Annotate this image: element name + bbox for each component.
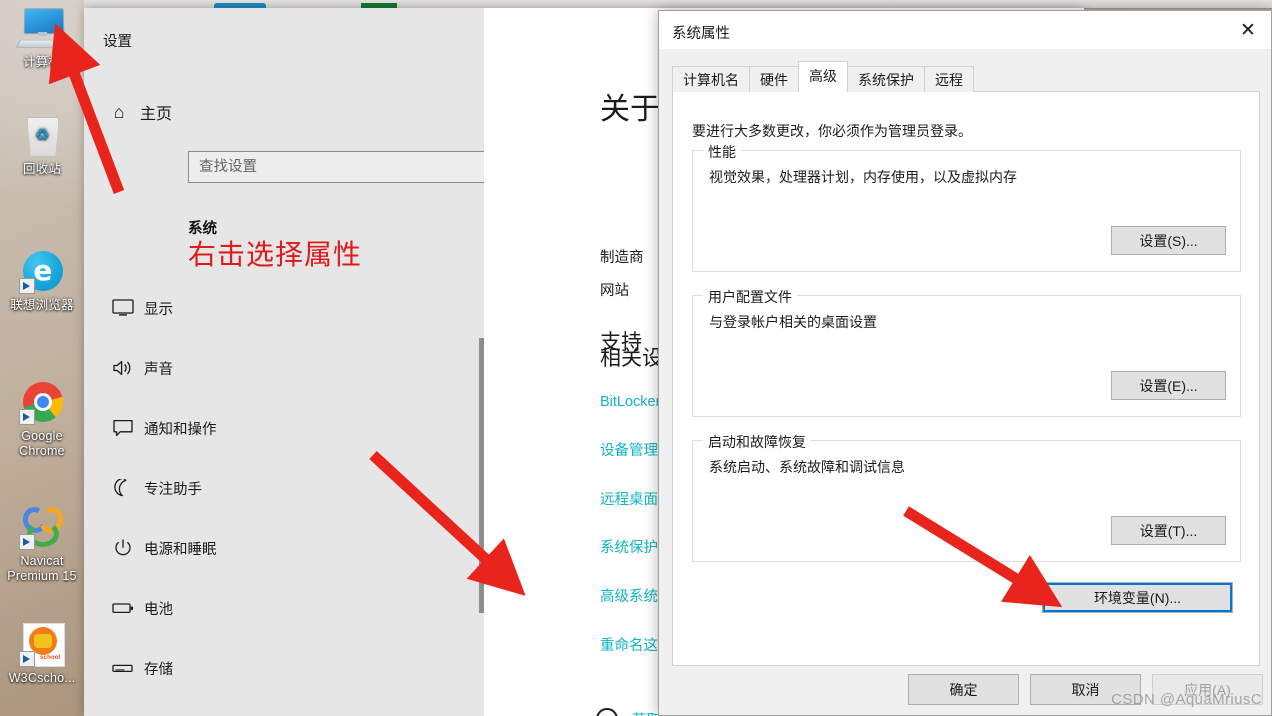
tab-hardware[interactable]: 硬件 [749, 66, 799, 92]
shortcut-arrow-icon [19, 278, 35, 294]
recycle-bin-icon: ♻ [16, 113, 68, 159]
sidebar-item-tablet[interactable]: 平板电脑 [98, 698, 470, 716]
group-startup-recovery-description: 系统启动、系统故障和调试信息 [709, 459, 905, 475]
page-title: 关于 [600, 93, 660, 126]
desktop-icon-label: Google Chrome [19, 429, 65, 458]
tab-remote[interactable]: 远程 [924, 66, 974, 92]
power-icon [102, 539, 144, 557]
link-remote-desktop[interactable]: 远程桌面 [600, 488, 658, 509]
tab-advanced[interactable]: 高级 [798, 61, 848, 92]
sidebar-nav-list: 显示 声音 通知和操作 专注助手 电源和睡眠 电池 存储 [98, 278, 470, 716]
sidebar-item-label: 显示 [144, 301, 173, 318]
watermark: CSDN @AquaMriusC [1111, 691, 1262, 708]
desktop-icon-navicat[interactable]: Navicat Premium 15 [0, 503, 84, 584]
desktop-icon-w3cschool[interactable]: school W3Cscho... [0, 622, 84, 686]
sound-icon [102, 359, 144, 377]
sidebar-item-label: 存储 [144, 661, 173, 678]
desktop-icon-google-chrome[interactable]: Google Chrome [0, 380, 84, 459]
notification-icon [102, 419, 144, 437]
advanced-tab-panel: 要进行大多数更改，你必须作为管理员登录。 性能 视觉效果，处理器计划，内存使用，… [672, 91, 1260, 666]
help-icon [596, 708, 618, 716]
link-system-protection[interactable]: 系统保护 [600, 536, 658, 557]
display-icon [102, 299, 144, 317]
sidebar-item-notifications[interactable]: 通知和操作 [98, 398, 470, 458]
home-icon: ⌂ [113, 102, 125, 122]
user-profiles-settings-button[interactable]: 设置(E)... [1111, 371, 1226, 400]
admin-login-note: 要进行大多数更改，你必须作为管理员登录。 [692, 123, 972, 139]
group-startup-recovery-legend: 启动和故障恢复 [703, 432, 811, 452]
battery-icon [102, 599, 144, 617]
desktop-icon-label: 联想浏览器 [10, 298, 74, 312]
support-line-manufacturer: 制造商 [600, 250, 644, 266]
support-line-website: 网站 [600, 283, 629, 299]
shortcut-arrow-icon [19, 409, 35, 425]
moon-icon [102, 479, 144, 497]
sidebar-item-battery[interactable]: 电池 [98, 578, 470, 638]
sidebar-section-title: 系统 [188, 221, 217, 237]
group-performance: 性能 视觉效果，处理器计划，内存使用，以及虚拟内存 设置(S)... [692, 142, 1241, 272]
environment-variables-button[interactable]: 环境变量(N)... [1042, 582, 1233, 613]
sidebar-item-label: 主页 [140, 106, 173, 123]
group-performance-description: 视觉效果，处理器计划，内存使用，以及虚拟内存 [709, 169, 1017, 185]
close-icon[interactable]: ✕ [1225, 11, 1271, 49]
shortcut-arrow-icon [19, 534, 35, 550]
google-chrome-icon [16, 380, 68, 426]
group-user-profiles: 用户配置文件 与登录帐户相关的桌面设置 设置(E)... [692, 287, 1241, 417]
settings-navigation-pane: 设置 ⌂ 主页 ⚲ 系统 右击选择属性 显示 声音 [84, 8, 547, 716]
w3cschool-icon: school [16, 622, 68, 668]
dialog-title: 系统属性 [672, 26, 730, 42]
desktop-icon-recycle-bin[interactable]: ♻ 回收站 [0, 113, 84, 177]
annotation-right-click-properties: 右击选择属性 [188, 240, 363, 271]
group-performance-legend: 性能 [703, 142, 741, 162]
tab-computer-name[interactable]: 计算机名 [672, 66, 750, 92]
sidebar-item-focus-assist[interactable]: 专注助手 [98, 458, 470, 518]
desktop-icon-label: Navicat Premium 15 [7, 554, 77, 583]
sidebar-item-label: 通知和操作 [144, 421, 217, 438]
sidebar-item-display[interactable]: 显示 [98, 278, 470, 338]
storage-icon [102, 659, 144, 677]
dialog-titlebar: 系统属性 ✕ [659, 11, 1271, 49]
ok-button[interactable]: 确定 [908, 674, 1019, 705]
startup-recovery-settings-button[interactable]: 设置(T)... [1111, 516, 1226, 545]
group-user-profiles-legend: 用户配置文件 [703, 287, 797, 307]
settings-window-title: 设置 [103, 34, 132, 50]
desktop-icon-label: 计算机 [22, 55, 62, 69]
sidebar-item-storage[interactable]: 存储 [98, 638, 470, 698]
dialog-tabstrip: 计算机名 硬件 高级 系统保护 远程 [672, 61, 1260, 92]
computer-icon [15, 6, 71, 52]
sidebar-item-power-sleep[interactable]: 电源和睡眠 [98, 518, 470, 578]
tab-system-protection[interactable]: 系统保护 [847, 66, 925, 92]
settings-titlebar: 设置 [84, 8, 484, 60]
group-startup-recovery: 启动和故障恢复 系统启动、系统故障和调试信息 设置(T)... [692, 432, 1241, 562]
sidebar-item-label: 声音 [144, 361, 173, 378]
desktop-icon-label: W3Cscho... [8, 671, 76, 685]
sidebar-item-label: 电源和睡眠 [144, 541, 217, 558]
shortcut-arrow-icon [19, 651, 35, 667]
desktop-icon-lenovo-browser[interactable]: e 联想浏览器 [0, 249, 84, 313]
desktop-icon-label: 回收站 [22, 162, 62, 176]
sidebar-item-label: 专注助手 [144, 481, 202, 498]
sidebar-item-home[interactable]: ⌂ 主页 [98, 93, 470, 131]
navicat-icon [16, 503, 68, 551]
group-user-profiles-description: 与登录帐户相关的桌面设置 [709, 314, 877, 330]
sidebar-item-sound[interactable]: 声音 [98, 338, 470, 398]
performance-settings-button[interactable]: 设置(S)... [1111, 226, 1226, 255]
sidebar-item-label: 电池 [144, 601, 173, 618]
search-input[interactable] [189, 152, 516, 182]
lenovo-browser-icon: e [16, 249, 68, 295]
desktop-icon-computer[interactable]: 计算机 [0, 6, 84, 70]
